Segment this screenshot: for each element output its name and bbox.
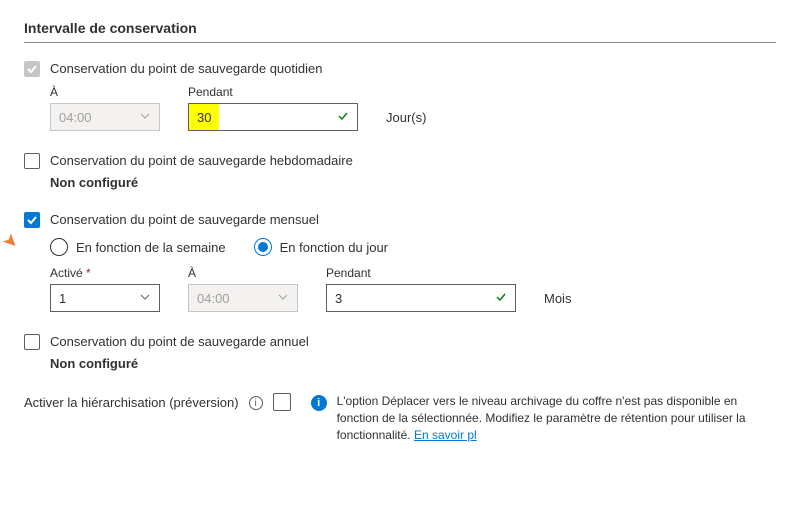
weekly-checkbox[interactable] — [24, 153, 40, 169]
tiering-learn-more-link[interactable]: En savoir pl — [414, 428, 477, 442]
chevron-down-icon — [139, 291, 151, 306]
daily-block: Conservation du point de sauvegarde quot… — [24, 61, 776, 131]
daily-at-label: À — [50, 85, 160, 99]
monthly-on-value: 1 — [59, 291, 66, 306]
daily-for-dropdown[interactable]: 30 — [188, 103, 358, 131]
arrow-marker-icon: ➤ — [0, 229, 23, 255]
monthly-unit: Mois — [544, 291, 571, 312]
monthly-radio-day-option[interactable]: En fonction du jour — [254, 238, 388, 256]
monthly-for-value: 3 — [335, 291, 342, 306]
monthly-radio-day-label: En fonction du jour — [280, 240, 388, 255]
monthly-on-dropdown[interactable]: 1 — [50, 284, 160, 312]
radio-icon — [50, 238, 68, 256]
monthly-at-dropdown: 04:00 — [188, 284, 298, 312]
monthly-block: Conservation du point de sauvegarde mens… — [24, 212, 776, 312]
daily-checkbox — [24, 61, 40, 77]
chevron-down-icon — [277, 291, 289, 306]
tiering-row: Activer la hiérarchisation (préversion) … — [24, 393, 776, 443]
tiering-label: Activer la hiérarchisation (préversion) — [24, 393, 239, 410]
daily-unit: Jour(s) — [386, 110, 426, 131]
check-icon — [337, 110, 357, 125]
daily-at-dropdown: 04:00 — [50, 103, 160, 131]
tiering-checkbox[interactable] — [273, 393, 291, 411]
monthly-radio-week-label: En fonction de la semaine — [76, 240, 226, 255]
daily-for-value: 30 — [189, 104, 219, 130]
daily-at-value: 04:00 — [59, 110, 92, 125]
radio-icon — [254, 238, 272, 256]
yearly-checkbox[interactable] — [24, 334, 40, 350]
monthly-on-label: Activé * — [50, 266, 160, 280]
section-title: Intervalle de conservation — [24, 20, 776, 36]
section-divider — [24, 42, 776, 43]
monthly-at-value: 04:00 — [197, 291, 230, 306]
monthly-radio-week-option[interactable]: En fonction de la semaine — [50, 238, 226, 256]
check-icon — [495, 291, 507, 306]
monthly-for-dropdown[interactable]: 3 — [326, 284, 516, 312]
weekly-not-configured: Non configuré — [50, 175, 776, 190]
yearly-block: Conservation du point de sauvegarde annu… — [24, 334, 776, 371]
monthly-checkbox[interactable] — [24, 212, 40, 228]
info-icon-blue: i — [311, 395, 327, 411]
daily-label: Conservation du point de sauvegarde quot… — [50, 61, 322, 76]
weekly-label: Conservation du point de sauvegarde hebd… — [50, 153, 353, 168]
yearly-label: Conservation du point de sauvegarde annu… — [50, 334, 309, 349]
monthly-for-label: Pendant — [326, 266, 516, 280]
chevron-down-icon — [139, 110, 151, 125]
monthly-label: Conservation du point de sauvegarde mens… — [50, 212, 319, 227]
yearly-not-configured: Non configuré — [50, 356, 776, 371]
daily-for-label: Pendant — [188, 85, 358, 99]
tiering-info-text: L'option Déplacer vers le niveau archiva… — [337, 393, 776, 443]
info-icon[interactable]: i — [249, 396, 263, 410]
monthly-at-label: À — [188, 266, 298, 280]
weekly-block: Conservation du point de sauvegarde hebd… — [24, 153, 776, 190]
